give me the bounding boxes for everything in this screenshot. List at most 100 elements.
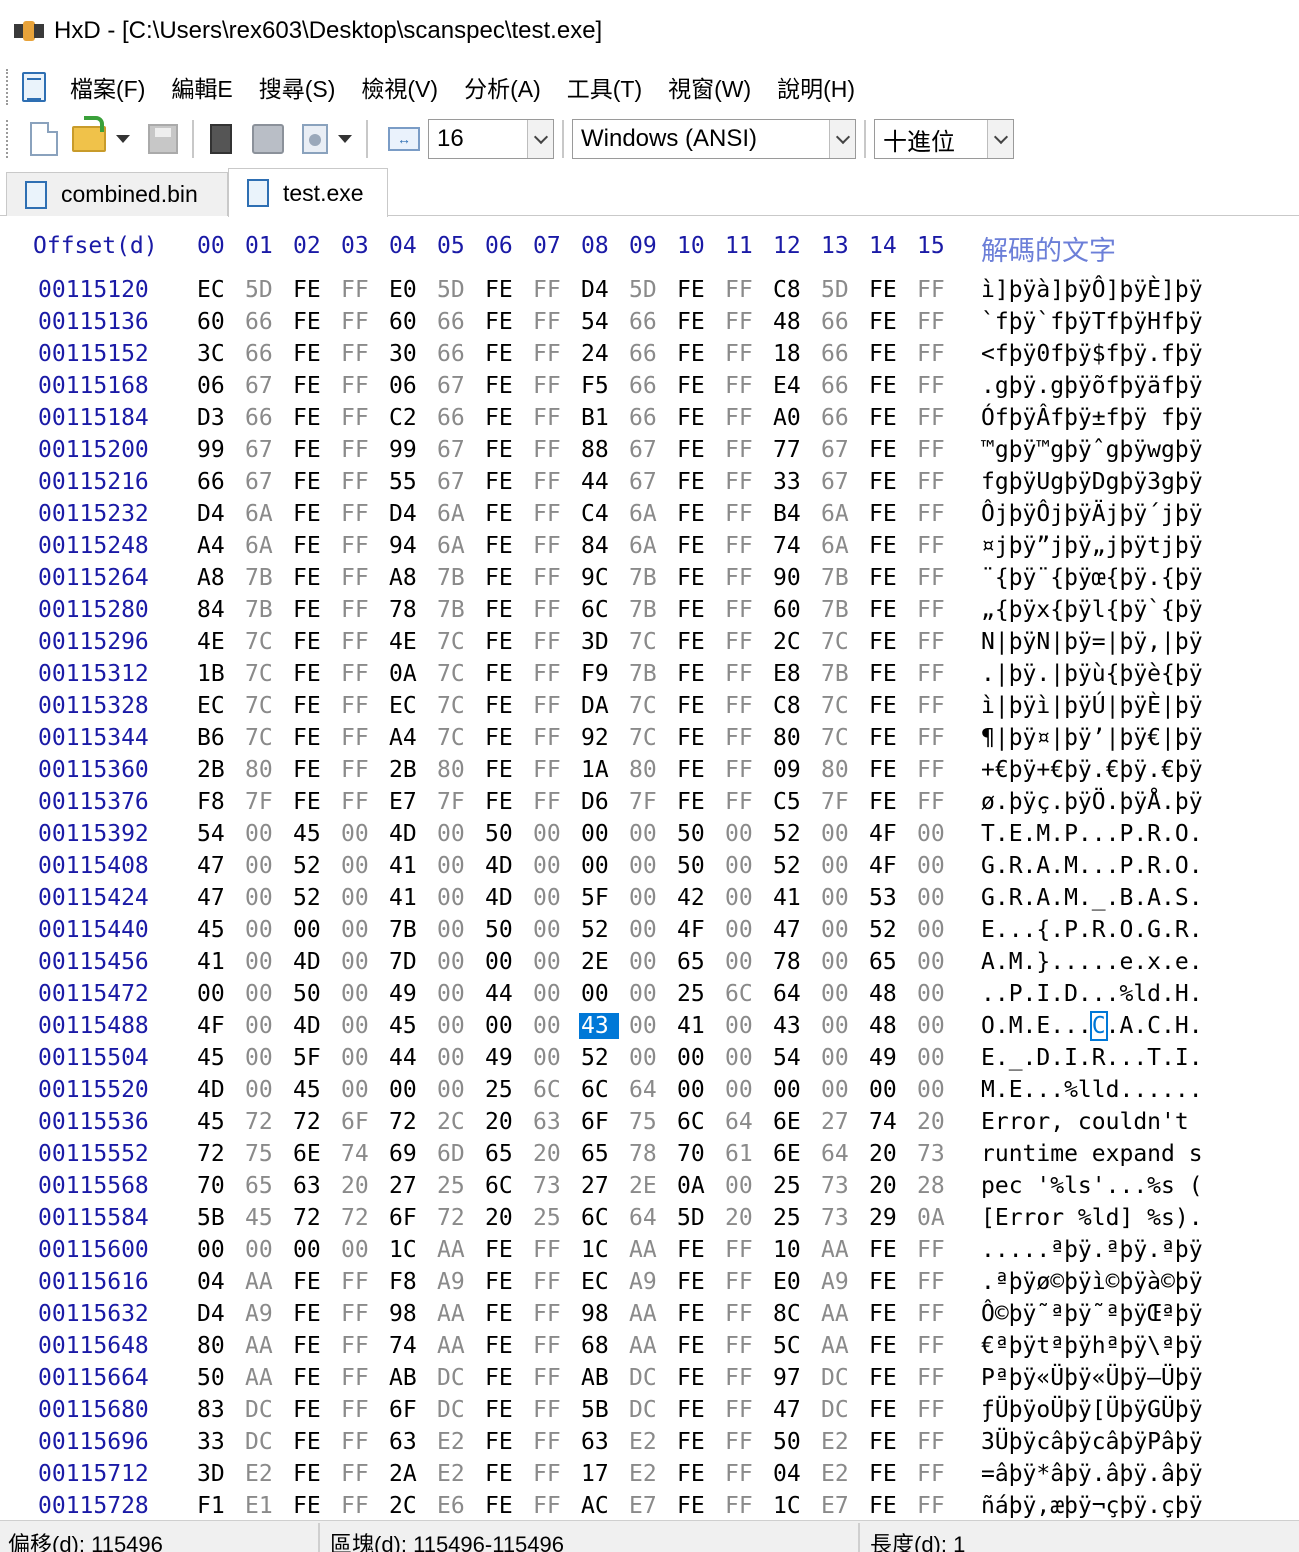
byte-cell[interactable]: FE xyxy=(869,661,909,687)
byte-cell[interactable]: FE xyxy=(869,1301,909,1327)
byte-cell[interactable]: 6F xyxy=(581,1109,621,1135)
byte-cell[interactable]: 98 xyxy=(389,1301,429,1327)
byte-cell[interactable]: FF xyxy=(341,693,381,719)
byte-cell[interactable]: 50 xyxy=(773,1429,813,1455)
byte-cell[interactable]: 00 xyxy=(245,981,285,1007)
byte-cell[interactable]: 50 xyxy=(293,981,333,1007)
byte-cell[interactable]: 41 xyxy=(677,1013,717,1039)
byte-cell[interactable]: 00 xyxy=(437,1077,477,1103)
byte-cell[interactable]: 00 xyxy=(917,821,957,847)
decoded-text[interactable]: ÔjþÿÔjþÿÄjþÿ´jþÿ xyxy=(981,501,1203,527)
byte-cell[interactable]: FE xyxy=(485,789,525,815)
byte-cell[interactable]: FE xyxy=(677,597,717,623)
byte-cell[interactable]: FE xyxy=(869,309,909,335)
byte-cell[interactable]: 00 xyxy=(341,917,381,943)
byte-cell[interactable]: FF xyxy=(533,1397,573,1423)
byte-cell[interactable]: 00 xyxy=(629,981,669,1007)
byte-cell[interactable]: B4 xyxy=(773,501,813,527)
byte-cell[interactable]: 41 xyxy=(389,853,429,879)
byte-cell[interactable]: 69 xyxy=(389,1141,429,1167)
byte-cell[interactable]: DC xyxy=(245,1429,285,1455)
byte-cell[interactable]: 00 xyxy=(725,885,765,911)
byte-cell[interactable]: 73 xyxy=(533,1173,573,1199)
byte-cell[interactable]: FE xyxy=(677,533,717,559)
byte-cell[interactable]: A4 xyxy=(389,725,429,751)
decoded-text[interactable]: fgþÿUgþÿDgþÿ3gþÿ xyxy=(981,469,1203,495)
byte-cell[interactable]: 06 xyxy=(197,373,237,399)
byte-cell[interactable]: FF xyxy=(917,533,957,559)
byte-cell[interactable]: 64 xyxy=(821,1141,861,1167)
byte-cell[interactable]: 7B xyxy=(245,565,285,591)
byte-cell[interactable]: E7 xyxy=(629,1493,669,1519)
byte-cell[interactable]: 66 xyxy=(437,309,477,335)
decoded-text[interactable]: =âþÿ*âþÿ.âþÿ.âþÿ xyxy=(981,1461,1203,1487)
byte-cell[interactable]: 78 xyxy=(389,597,429,623)
byte-cell[interactable]: 52 xyxy=(773,821,813,847)
byte-cell[interactable]: FF xyxy=(341,1365,381,1391)
byte-cell[interactable]: 99 xyxy=(197,437,237,463)
byte-cell[interactable]: 00 xyxy=(389,1077,429,1103)
byte-cell[interactable]: 20 xyxy=(533,1141,573,1167)
byte-cell[interactable]: FE xyxy=(677,1301,717,1327)
byte-cell[interactable]: 30 xyxy=(389,341,429,367)
byte-cell[interactable]: 00 xyxy=(677,1077,717,1103)
byte-cell[interactable]: 4D xyxy=(389,821,429,847)
byte-cell[interactable]: AA xyxy=(245,1365,285,1391)
byte-cell[interactable]: 00 xyxy=(293,1237,333,1263)
byte-cell[interactable]: FF xyxy=(341,405,381,431)
byte-cell[interactable]: FF xyxy=(725,373,765,399)
menu-grip[interactable] xyxy=(6,69,10,105)
byte-cell[interactable]: 20 xyxy=(869,1173,909,1199)
byte-cell[interactable]: 1A xyxy=(581,757,621,783)
byte-cell[interactable]: 00 xyxy=(725,1173,765,1199)
decoded-text[interactable]: .gþÿ.gþÿõfþÿäfþÿ xyxy=(981,373,1203,399)
byte-cell[interactable]: FF xyxy=(917,1429,957,1455)
byte-cell[interactable]: 7F xyxy=(437,789,477,815)
byte-cell[interactable]: 52 xyxy=(869,917,909,943)
byte-cell[interactable]: 67 xyxy=(437,437,477,463)
byte-cell[interactable]: 74 xyxy=(773,533,813,559)
byte-cell[interactable]: 6C xyxy=(533,1077,573,1103)
decoded-text[interactable]: ì|þÿì|þÿÚ|þÿÈ|þÿ xyxy=(981,693,1203,719)
byte-cell[interactable]: 2C xyxy=(773,629,813,655)
byte-cell[interactable]: FE xyxy=(485,1365,525,1391)
byte-cell[interactable]: 65 xyxy=(581,1141,621,1167)
menu-help[interactable]: 說明(H) xyxy=(775,66,857,108)
byte-cell[interactable]: AC xyxy=(581,1493,621,1519)
byte-cell[interactable]: 7F xyxy=(821,789,861,815)
byte-cell[interactable]: FE xyxy=(293,597,333,623)
byte-cell[interactable]: FF xyxy=(341,1461,381,1487)
menu-file[interactable]: 檔案(F) xyxy=(68,66,147,108)
byte-cell[interactable]: 0A xyxy=(917,1205,957,1231)
byte-cell[interactable]: C4 xyxy=(581,501,621,527)
byte-cell[interactable]: 00 xyxy=(533,853,573,879)
byte-cell[interactable]: FF xyxy=(533,789,573,815)
byte-cell[interactable]: FF xyxy=(917,501,957,527)
byte-cell[interactable]: 67 xyxy=(245,469,285,495)
byte-cell[interactable]: FE xyxy=(293,1301,333,1327)
byte-cell[interactable]: FE xyxy=(485,1461,525,1487)
byte-cell[interactable]: FF xyxy=(917,693,957,719)
byte-cell[interactable]: FF xyxy=(725,469,765,495)
byte-cell[interactable]: FE xyxy=(677,1237,717,1263)
byte-cell[interactable]: 6C xyxy=(581,1077,621,1103)
decoded-text[interactable]: ƒÜþÿoÜþÿ[ÜþÿGÜþÿ xyxy=(981,1397,1203,1423)
byte-cell[interactable]: FE xyxy=(293,789,333,815)
byte-cell[interactable]: FF xyxy=(533,1269,573,1295)
byte-cell[interactable]: FE xyxy=(869,1365,909,1391)
byte-cell[interactable]: FE xyxy=(869,725,909,751)
byte-cell[interactable]: 00 xyxy=(725,1077,765,1103)
byte-cell[interactable]: DC xyxy=(245,1397,285,1423)
process-icon[interactable] xyxy=(302,124,328,154)
byte-cell[interactable]: 25 xyxy=(773,1173,813,1199)
byte-cell[interactable]: 50 xyxy=(677,821,717,847)
byte-cell[interactable]: FF xyxy=(725,1461,765,1487)
byte-cell[interactable]: FE xyxy=(677,789,717,815)
byte-cell[interactable]: FE xyxy=(293,693,333,719)
byte-cell[interactable]: FF xyxy=(341,277,381,303)
byte-cell[interactable]: 7C xyxy=(629,629,669,655)
byte-cell[interactable]: 66 xyxy=(197,469,237,495)
byte-cell[interactable]: 00 xyxy=(341,821,381,847)
byte-cell[interactable]: 7B xyxy=(821,565,861,591)
byte-cell[interactable]: 3D xyxy=(581,629,621,655)
